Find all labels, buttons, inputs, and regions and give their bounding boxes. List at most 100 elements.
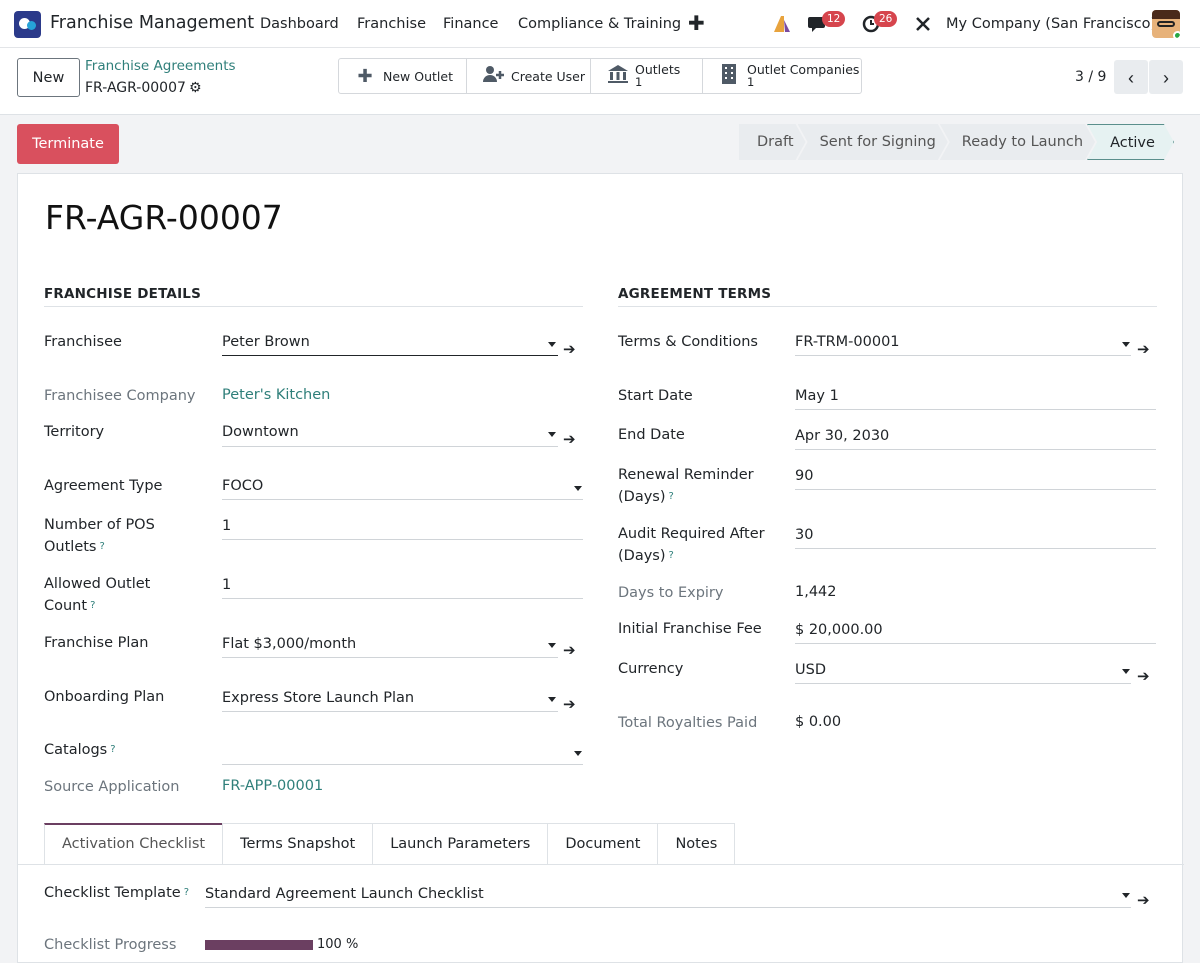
checklist-template-field[interactable]: Standard Agreement Launch Checklist xyxy=(205,886,484,902)
chevron-right-icon: › xyxy=(1163,68,1169,88)
field-underline xyxy=(795,489,1156,490)
renewal-reminder-field[interactable]: 90 xyxy=(795,468,813,484)
terms-conditions-label: Terms & Conditions xyxy=(618,334,758,350)
franchisee-company-link[interactable]: Peter's Kitchen xyxy=(222,387,330,403)
days-to-expiry-label: Days to Expiry xyxy=(618,585,724,601)
help-tooltip-icon[interactable]: ? xyxy=(669,491,674,502)
initial-fee-label: Initial Franchise Fee xyxy=(618,621,762,637)
field-underline xyxy=(222,711,558,712)
pager-next-button[interactable]: › xyxy=(1149,60,1183,94)
dropdown-caret-icon[interactable] xyxy=(1122,893,1130,898)
total-royalties-label: Total Royalties Paid xyxy=(618,715,758,731)
terminate-button[interactable]: Terminate xyxy=(17,124,119,164)
menu-dashboard[interactable]: Dashboard xyxy=(260,16,339,32)
help-tooltip-icon[interactable]: ? xyxy=(110,744,115,755)
internal-link-arrow-icon[interactable]: ➔ xyxy=(563,641,576,659)
tab-activation-checklist[interactable]: Activation Checklist xyxy=(44,823,224,865)
checklist-template-label: Checklist Template? xyxy=(44,885,189,901)
menu-franchise[interactable]: Franchise xyxy=(357,16,426,32)
chevron-left-icon: ‹ xyxy=(1128,68,1134,88)
user-avatar[interactable] xyxy=(1152,10,1180,38)
currency-field[interactable]: USD xyxy=(795,662,826,678)
internal-link-arrow-icon[interactable]: ➔ xyxy=(1137,891,1150,909)
outlet-companies-smart-button[interactable]: Outlet Companies 1 xyxy=(703,59,861,93)
audit-required-field[interactable]: 30 xyxy=(795,527,813,543)
stage-draft[interactable]: Draft xyxy=(739,124,806,160)
dropdown-caret-icon[interactable] xyxy=(574,486,582,491)
terms-conditions-field[interactable]: FR-TRM-00001 xyxy=(795,334,900,350)
internal-link-arrow-icon[interactable]: ➔ xyxy=(1137,340,1150,358)
territory-field[interactable]: Downtown xyxy=(222,424,299,440)
pos-outlets-field[interactable]: 1 xyxy=(222,518,231,534)
dropdown-caret-icon[interactable] xyxy=(548,342,556,347)
section-divider xyxy=(44,306,583,307)
tab-document[interactable]: Document xyxy=(547,823,659,865)
bank-icon xyxy=(607,64,628,88)
smart-buttons: ✚ New Outlet Create User Outlets 1 Outle… xyxy=(338,58,862,94)
allowed-outlet-count-field[interactable]: 1 xyxy=(222,577,231,593)
dropdown-caret-icon[interactable] xyxy=(1122,342,1130,347)
ai-icon[interactable] xyxy=(772,14,792,34)
breadcrumb-franchise-agreements[interactable]: Franchise Agreements xyxy=(85,58,236,74)
help-tooltip-icon[interactable]: ? xyxy=(99,541,104,552)
field-underline xyxy=(222,499,583,500)
checklist-progress-label: Checklist Progress xyxy=(44,937,177,953)
franchise-plan-label: Franchise Plan xyxy=(44,635,149,651)
tools-icon[interactable] xyxy=(914,15,932,33)
end-date-label: End Date xyxy=(618,427,685,443)
tab-terms-snapshot[interactable]: Terms Snapshot xyxy=(222,823,374,865)
help-tooltip-icon[interactable]: ? xyxy=(184,887,189,898)
stage-active[interactable]: Active xyxy=(1087,124,1174,160)
field-underline xyxy=(795,683,1131,684)
dropdown-caret-icon[interactable] xyxy=(1122,669,1130,674)
franchise-plan-field[interactable]: Flat $3,000/month xyxy=(222,636,356,652)
stage-sent-for-signing[interactable]: Sent for Signing xyxy=(798,124,948,160)
initial-fee-field[interactable]: $ 20,000.00 xyxy=(795,622,883,638)
internal-link-arrow-icon[interactable]: ➔ xyxy=(563,430,576,448)
field-underline xyxy=(222,355,558,356)
menu-compliance-training[interactable]: Compliance & Training xyxy=(518,16,681,32)
start-date-field[interactable]: May 1 xyxy=(795,388,839,404)
stage-ready-to-launch[interactable]: Ready to Launch xyxy=(940,124,1095,160)
dropdown-caret-icon[interactable] xyxy=(548,643,556,648)
field-underline xyxy=(795,409,1156,410)
notebook-tabs: Activation Checklist Terms Snapshot Laun… xyxy=(44,823,736,865)
agreement-type-select[interactable]: FOCO xyxy=(222,478,263,494)
onboarding-plan-field[interactable]: Express Store Launch Plan xyxy=(222,690,414,706)
company-switcher[interactable]: My Company (San Francisco) xyxy=(946,16,1156,32)
help-tooltip-icon[interactable]: ? xyxy=(669,550,674,561)
internal-link-arrow-icon[interactable]: ➔ xyxy=(1137,667,1150,685)
source-application-link[interactable]: FR-APP-00001 xyxy=(222,778,323,794)
menu-finance[interactable]: Finance xyxy=(443,16,498,32)
dropdown-caret-icon[interactable] xyxy=(548,432,556,437)
new-button[interactable]: New xyxy=(17,58,80,97)
tab-launch-parameters[interactable]: Launch Parameters xyxy=(372,823,549,865)
dropdown-caret-icon[interactable] xyxy=(548,697,556,702)
pager-value[interactable]: 3 / 9 xyxy=(1075,69,1106,85)
agreement-terms-heading: AGREEMENT TERMS xyxy=(618,286,772,302)
outlets-smart-button[interactable]: Outlets 1 xyxy=(591,59,703,93)
checklist-progress-text: 100 % xyxy=(317,937,359,952)
app-name[interactable]: Franchise Management xyxy=(50,13,254,33)
field-underline xyxy=(795,449,1156,450)
create-user-button[interactable]: Create User xyxy=(467,59,591,93)
end-date-field[interactable]: Apr 30, 2030 xyxy=(795,428,889,444)
total-royalties-value: $ 0.00 xyxy=(795,714,842,730)
building-icon xyxy=(719,63,739,89)
control-panel: New Franchise Agreements FR-AGR-00007 ⚙ … xyxy=(0,48,1200,115)
internal-link-arrow-icon[interactable]: ➔ xyxy=(563,695,576,713)
user-plus-icon xyxy=(483,65,504,87)
new-outlet-button[interactable]: ✚ New Outlet xyxy=(339,59,467,93)
pager-previous-button[interactable]: ‹ xyxy=(1114,60,1148,94)
activities-badge: 26 xyxy=(874,11,898,27)
messages-badge: 12 xyxy=(822,11,846,27)
franchisee-field[interactable]: Peter Brown xyxy=(222,334,310,350)
plus-icon[interactable]: ✚ xyxy=(688,13,705,33)
internal-link-arrow-icon[interactable]: ➔ xyxy=(563,340,576,358)
help-tooltip-icon[interactable]: ? xyxy=(90,600,95,611)
gear-icon[interactable]: ⚙ xyxy=(189,80,202,96)
tab-notes[interactable]: Notes xyxy=(657,823,736,865)
breadcrumb-current-record: FR-AGR-00007 xyxy=(85,80,186,96)
app-icon[interactable] xyxy=(14,11,41,38)
dropdown-caret-icon[interactable] xyxy=(574,751,582,756)
